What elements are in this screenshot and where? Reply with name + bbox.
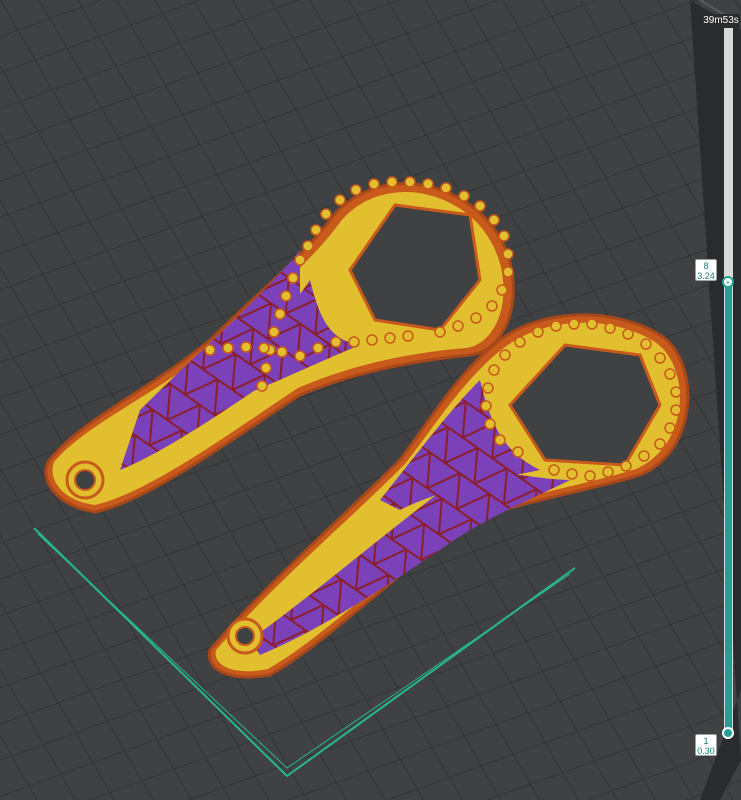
- svg-text:+: +: [726, 278, 731, 287]
- lower-layer-thumb[interactable]: [722, 727, 734, 739]
- lower-layer-label: 1 0.30: [695, 734, 717, 756]
- layer-slider-range: [725, 282, 732, 734]
- upper-layer-height: 3.24: [697, 271, 715, 281]
- 3d-viewport[interactable]: +: [0, 0, 741, 800]
- lower-layer-height: 0.30: [697, 746, 715, 756]
- lower-layer-number: 1: [703, 736, 709, 746]
- print-time-badge: 39m53s: [702, 14, 740, 28]
- upper-layer-label: 8 3.24: [695, 259, 717, 281]
- layer-slider[interactable]: +: [722, 20, 734, 739]
- upper-layer-number: 8: [703, 261, 709, 271]
